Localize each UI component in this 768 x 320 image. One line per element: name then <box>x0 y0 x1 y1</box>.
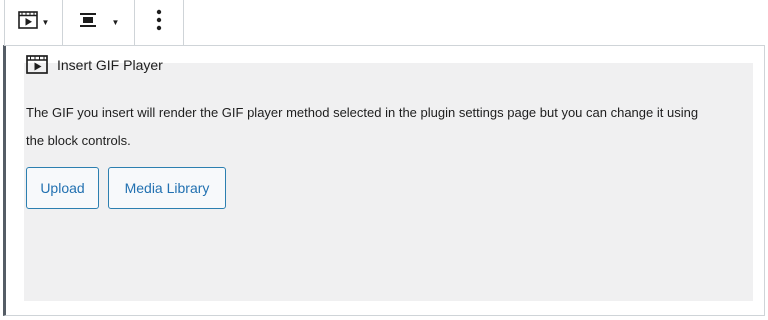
caret-down-icon: ▼ <box>41 17 50 27</box>
video-player-icon <box>17 11 38 34</box>
block-editor: ▼ ▼ Insert GIF Player The GIF you insert… <box>0 0 768 320</box>
caret-down-icon: ▼ <box>111 17 120 27</box>
block-type-switcher[interactable]: ▼ <box>5 0 63 45</box>
placeholder-label: Insert GIF Player <box>26 55 163 74</box>
placeholder-title: Insert GIF Player <box>57 56 163 73</box>
video-player-icon <box>26 55 48 74</box>
alignment-control[interactable]: ▼ <box>63 0 135 45</box>
placeholder-actions: Upload Media Library <box>26 167 226 209</box>
upload-button[interactable]: Upload <box>26 167 99 209</box>
media-library-button[interactable]: Media Library <box>108 167 226 209</box>
more-vertical-icon <box>156 9 162 36</box>
align-center-icon <box>78 12 98 33</box>
placeholder-instructions: The GIF you insert will render the GIF p… <box>26 105 699 148</box>
more-options-button[interactable] <box>135 0 183 45</box>
block-toolbar: ▼ ▼ <box>4 0 184 46</box>
